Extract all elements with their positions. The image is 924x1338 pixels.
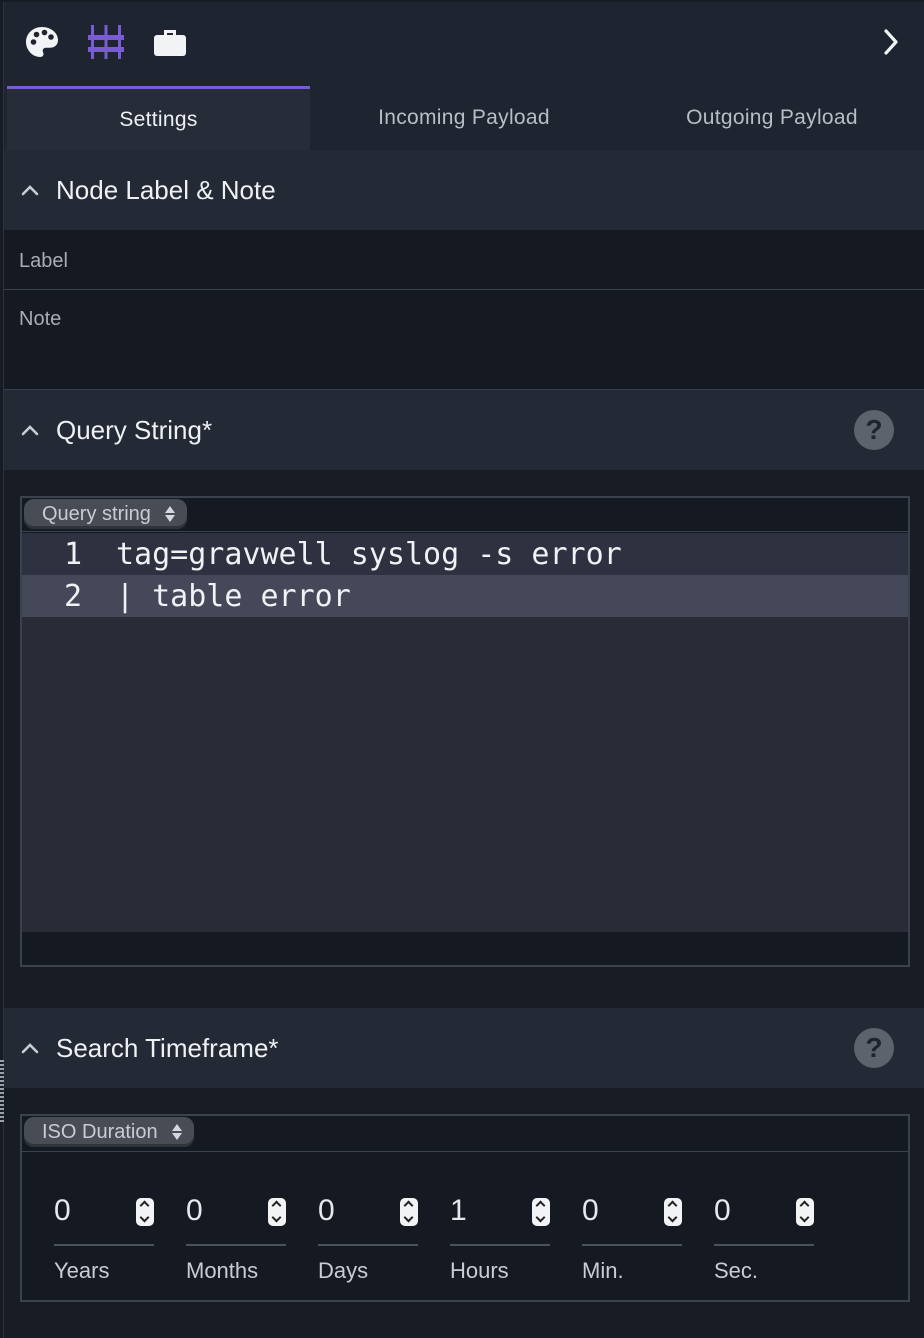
query-mode-label: Query string <box>42 502 151 525</box>
underline <box>186 1244 286 1246</box>
hours-stepper[interactable] <box>532 1198 550 1226</box>
section-title: Search Timeframe* <box>56 1032 279 1063</box>
section-header-node-label[interactable]: Node Label & Note <box>4 150 924 230</box>
days-stepper[interactable] <box>400 1198 418 1226</box>
tab-settings[interactable]: Settings <box>7 86 310 150</box>
years-label: Years <box>54 1258 110 1283</box>
months-input[interactable]: 0 <box>186 1194 286 1250</box>
note-field[interactable]: Note <box>4 290 924 390</box>
section-title: Query String* <box>56 414 213 445</box>
select-arrows-icon <box>164 503 175 525</box>
settings-panel: Settings Incoming Payload Outgoing Paylo… <box>3 2 924 1338</box>
underline <box>714 1244 814 1246</box>
hours-value: 1 <box>450 1194 467 1227</box>
months-label: Months <box>186 1258 259 1283</box>
tab-bar: Settings Incoming Payload Outgoing Paylo… <box>4 86 924 150</box>
days-input[interactable]: 0 <box>318 1194 418 1250</box>
chevron-up-icon <box>4 183 56 197</box>
note-placeholder: Note <box>19 308 62 330</box>
hours-label: Hours <box>450 1258 509 1283</box>
code-text: tag=gravwell syslog -s error <box>116 536 622 572</box>
editor-toolbar: Query string <box>22 498 908 532</box>
help-icon[interactable]: ? <box>854 410 894 450</box>
section-title: Node Label & Note <box>56 174 276 205</box>
query-mode-select[interactable]: Query string <box>24 499 187 529</box>
hours-input[interactable]: 1 <box>450 1194 550 1250</box>
days-value: 0 <box>318 1194 335 1227</box>
icon-toolbar <box>4 2 924 86</box>
briefcase-icon[interactable] <box>150 22 190 62</box>
label-placeholder: Label <box>19 250 68 272</box>
palette-icon[interactable] <box>22 22 62 62</box>
editor-footer <box>22 931 908 965</box>
days-label: Days <box>318 1258 369 1283</box>
years-input[interactable]: 0 <box>54 1194 154 1250</box>
chevron-right-icon[interactable] <box>871 22 911 62</box>
underline <box>318 1244 418 1246</box>
resize-handle[interactable] <box>0 1060 4 1124</box>
section-header-search-timeframe[interactable]: Search Timeframe* ? <box>4 1008 924 1088</box>
underline <box>582 1244 682 1246</box>
query-section-body: Query string 1 tag=gravwell syslog -s er… <box>4 470 924 1008</box>
months-value: 0 <box>186 1194 203 1227</box>
nodes-icon[interactable] <box>86 22 126 62</box>
line-number: 2 <box>63 578 82 614</box>
section-header-query-string[interactable]: Query String* ? <box>4 390 924 470</box>
minutes-value: 0 <box>582 1194 599 1227</box>
seconds-input[interactable]: 0 <box>714 1194 814 1250</box>
tab-outgoing-payload[interactable]: Outgoing Payload <box>618 86 924 150</box>
minutes-label: Min. <box>582 1258 624 1283</box>
code-line[interactable]: 2 | table error <box>22 575 908 617</box>
code-line[interactable]: 1 tag=gravwell syslog -s error <box>22 533 908 575</box>
label-field[interactable]: Label <box>4 230 924 290</box>
code-area[interactable]: 1 tag=gravwell syslog -s error 2 | table… <box>22 533 908 931</box>
code-text: | table error <box>116 578 351 614</box>
chevron-up-icon <box>4 423 56 437</box>
seconds-label: Sec. <box>714 1258 759 1283</box>
timeframe-mode-select[interactable]: ISO Duration <box>24 1117 194 1147</box>
months-stepper[interactable] <box>268 1198 286 1226</box>
timeframe-section-body: ISO Duration 0 Years 0 Months 0 Days 1 H… <box>4 1088 924 1338</box>
duration-toolbar: ISO Duration <box>22 1116 908 1152</box>
years-value: 0 <box>54 1194 71 1227</box>
query-editor: Query string 1 tag=gravwell syslog -s er… <box>20 496 910 967</box>
select-arrows-icon <box>171 1121 182 1143</box>
line-number: 1 <box>63 536 82 572</box>
seconds-value: 0 <box>714 1194 731 1227</box>
underline <box>54 1244 154 1246</box>
years-stepper[interactable] <box>136 1198 154 1226</box>
duration-box: ISO Duration 0 Years 0 Months 0 Days 1 H… <box>20 1114 910 1302</box>
minutes-input[interactable]: 0 <box>582 1194 682 1250</box>
help-icon[interactable]: ? <box>854 1028 894 1068</box>
seconds-stepper[interactable] <box>796 1198 814 1226</box>
chevron-up-icon <box>4 1041 56 1055</box>
minutes-stepper[interactable] <box>664 1198 682 1226</box>
underline <box>450 1244 550 1246</box>
tab-incoming-payload[interactable]: Incoming Payload <box>310 86 618 150</box>
timeframe-mode-label: ISO Duration <box>42 1120 158 1143</box>
